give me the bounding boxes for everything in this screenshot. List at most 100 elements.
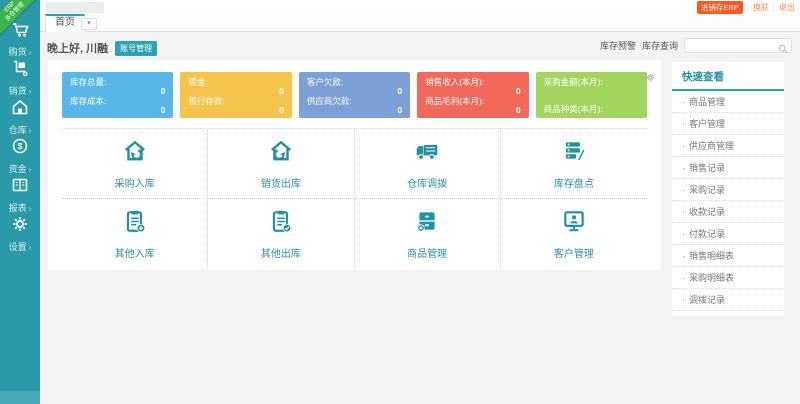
quick-item-receipt-records[interactable]: · 收款记录 (672, 201, 784, 223)
quick-item-purchase-detail-report[interactable]: · 采购明细表 (672, 267, 784, 289)
shortcut-customer-manage[interactable]: 客户管理 (501, 199, 647, 269)
shortcut-other-inbound[interactable]: 其他入库 (62, 199, 209, 269)
shortcut-product-manage[interactable]: 商品管理 (355, 199, 501, 269)
bullet: · (682, 141, 685, 151)
shortcut-label: 库存盘点 (553, 178, 594, 190)
erp-product-badge: 进销存ERP (696, 0, 743, 14)
stat-label: 客户欠款: (306, 77, 344, 87)
stat-value: 0 (160, 86, 166, 96)
quick-item-product-manage[interactable]: · 商品管理 (672, 91, 784, 113)
shortcut-purchase-inbound[interactable]: 采购入库 (62, 129, 209, 199)
quick-view-panel: 快速查看 · 商品管理 · 客户管理 · 供应商管理 · 销售记录 · 采购记录 · 收款记… (672, 62, 784, 316)
shortcut-warehouse-transfer[interactable]: 仓库调拨 (354, 129, 501, 199)
clipboard-check-icon (268, 208, 294, 239)
stat-value: 0 (515, 86, 521, 96)
sidebar: 购货 › 销货 › 仓库 › $ 资金 › 报表 › 设置 › (0, 0, 40, 404)
svg-text:$: $ (18, 141, 23, 151)
search-icon[interactable] (778, 41, 788, 59)
settings-icon (11, 215, 29, 238)
stat-label: 银行存款: (188, 96, 225, 106)
tab-home[interactable]: 首页 (45, 14, 85, 32)
quick-item-customer-manage[interactable]: · 客户管理 (672, 113, 784, 135)
change-skin-link[interactable]: 换肤 (753, 2, 769, 13)
bullet: · (682, 207, 685, 217)
funds-icon: $ (11, 137, 29, 160)
shortcut-label: 其他入库 (114, 249, 155, 260)
stat-card-inventory: 库存总量: 0 库存成本: 0 (62, 72, 174, 118)
quick-item-sales-detail-report[interactable]: · 销售明细表 (672, 245, 784, 267)
shortcut-stocktake[interactable]: 库存盘点 (500, 129, 647, 199)
chevron-right-icon: › (28, 165, 32, 174)
stat-label: 供应商欠款: (306, 96, 352, 106)
shortcut-other-outbound[interactable]: 其他出库 (208, 199, 355, 269)
stat-label: 销售收入(本月): (425, 77, 485, 87)
sidebar-item-label: 设置 › (8, 242, 32, 252)
bullet: · (682, 119, 685, 129)
clipboard-in-icon (122, 208, 148, 239)
bullet: · (682, 273, 685, 283)
bullet: · (682, 185, 685, 195)
bullet: · (682, 295, 685, 305)
stat-value: 0 (515, 105, 521, 115)
account-manage-button[interactable]: 账号管理 (115, 40, 158, 56)
customer-monitor-icon (561, 208, 587, 239)
shortcut-sales-outbound[interactable]: 销货出库 (208, 129, 355, 199)
stat-cards-row: 库存总量: 0 库存成本: 0 现金: 0 银行存款: 0 客户欠款: 0 供应商欠款: 0… (48, 60, 661, 128)
quick-item-purchase-records[interactable]: · 采购记录 (672, 179, 784, 201)
report-icon (11, 176, 29, 199)
logout-link[interactable]: 退出 (779, 2, 795, 13)
quick-item-supplier-manage[interactable]: · 供应商管理 (672, 135, 784, 157)
topbar-right: 进销存ERP | 换肤 | 退出 (696, 0, 795, 14)
sidebar-item-label: 报表 › (8, 203, 32, 213)
stock-warning-link[interactable]: 库存预警 (600, 39, 636, 52)
tabbar: 首页 ▾ (40, 14, 800, 32)
app-window: 购货 › 销货 › 仓库 › $ 资金 › 报表 › 设置 › ERP 多仓管理… (0, 0, 800, 404)
tab-dropdown-button[interactable]: ▾ (81, 18, 97, 30)
sidebar-item-label: 仓库 › (8, 125, 32, 135)
quick-item-payment-records[interactable]: · 付款记录 (672, 223, 784, 245)
house-arrow-out-icon (268, 138, 294, 169)
logo-placeholder (46, 2, 104, 13)
sidebar-item-label: 购货 › (8, 47, 32, 57)
chevron-down-icon: ▾ (87, 20, 91, 27)
stat-value: 0 (279, 105, 284, 115)
cart-icon (11, 20, 29, 43)
stat-card-purchase-month: 采购金额(本月): 商品种类(本月): (535, 72, 648, 118)
sidebar-item-warehouse[interactable]: 仓库 › (0, 98, 40, 137)
chevron-right-icon: › (28, 126, 32, 135)
quick-view-title: 快速查看 (672, 62, 784, 91)
quick-item-transfer-records[interactable]: · 调拨记录 (672, 289, 784, 311)
stat-value: 0 (397, 105, 403, 115)
sidebar-item-reports[interactable]: 报表 › (0, 176, 40, 215)
topbar: 进销存ERP | 换肤 | 退出 (40, 0, 800, 14)
shortcut-grid: 采购入库 销货出库 仓库调拨 库存盘点 其他入库 其他出库 商品管理 客户管理 (62, 128, 647, 270)
sidebar-item-funds[interactable]: $ 资金 › (0, 137, 40, 176)
sidebar-item-sales[interactable]: 销货 › (0, 59, 40, 98)
stocktake-icon (561, 138, 587, 169)
sidebar-collapse-bar[interactable] (0, 391, 40, 404)
chevron-right-icon: › (28, 243, 32, 252)
chevron-right-icon: › (28, 87, 32, 96)
stock-search-input[interactable] (689, 39, 777, 52)
stat-card-receivables: 客户欠款: 0 供应商欠款: 0 (298, 72, 411, 118)
house-arrow-in-icon (122, 138, 148, 169)
sidebar-item-label: 资金 › (8, 164, 32, 174)
shortcut-label: 仓库调拨 (407, 178, 448, 190)
bullet: · (682, 163, 685, 173)
stat-label: 商品种类(本月): (543, 104, 603, 114)
stat-label: 现金: (188, 77, 208, 87)
bullet: · (682, 229, 685, 239)
stock-query-link[interactable]: 库存查询 (642, 39, 678, 52)
quick-item-sales-records[interactable]: · 销售记录 (672, 157, 784, 179)
warehouse-icon (11, 98, 29, 121)
stat-card-sales-month: 销售收入(本月): 0 商品毛利(本月): 0 (417, 72, 529, 118)
greeting-text: 晚上好, 川融 (47, 43, 109, 55)
dashboard-panel: 库存总量: 0 库存成本: 0 现金: 0 银行存款: 0 客户欠款: 0 供应商欠款: 0… (48, 60, 661, 270)
sidebar-item-settings[interactable]: 设置 › (0, 215, 40, 254)
stat-label: 库存总量: (70, 77, 107, 87)
sidebar-nav: 购货 › 销货 › 仓库 › $ 资金 › 报表 › 设置 › (0, 20, 40, 254)
chevron-right-icon: › (28, 48, 32, 57)
greeting-row: 晚上好, 川融 账号管理 (47, 40, 158, 56)
panel-settings-icon[interactable] (646, 69, 655, 87)
stat-label: 采购金额(本月): (543, 77, 603, 87)
